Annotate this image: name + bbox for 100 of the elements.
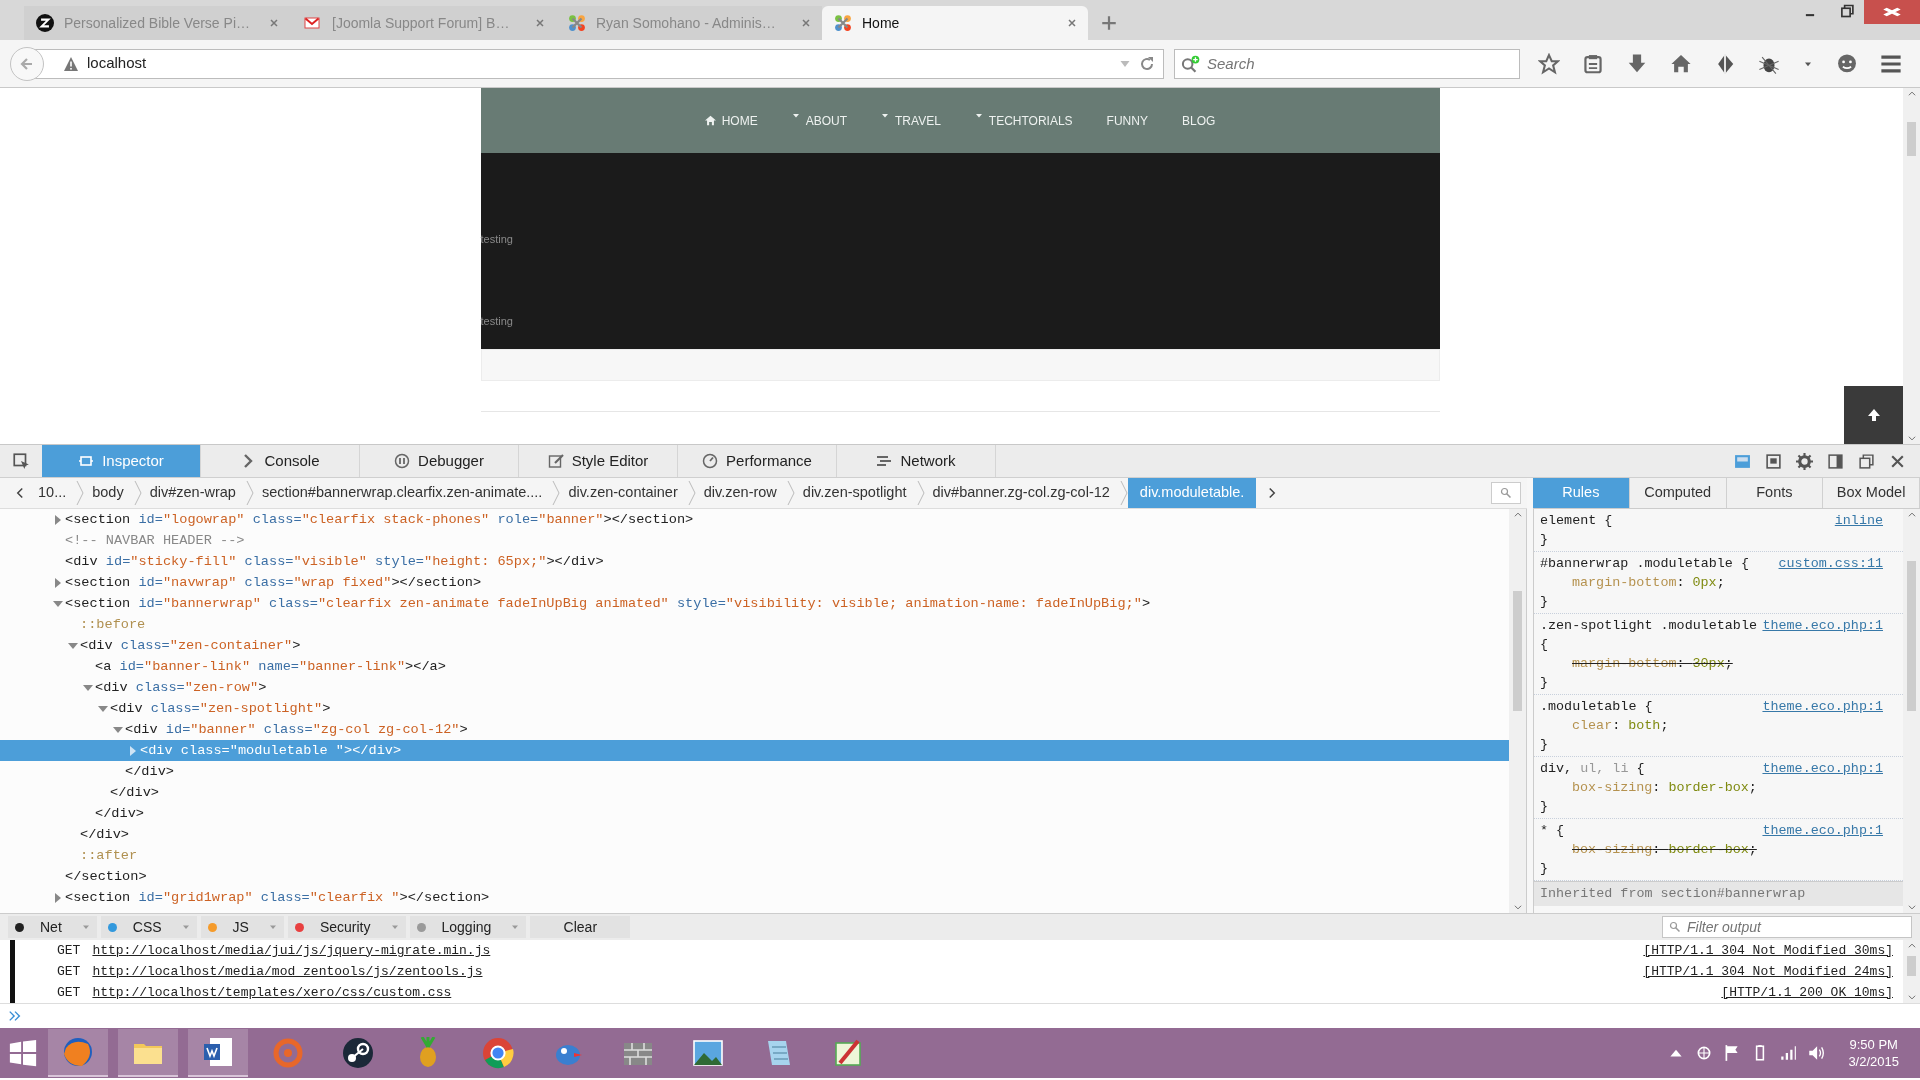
devtools-tab[interactable]: Debugger (360, 445, 519, 477)
devtools-tab[interactable]: Network (837, 445, 996, 477)
pen-icon[interactable] (832, 1037, 864, 1069)
scrollbar[interactable] (1903, 940, 1920, 1003)
browser-tab[interactable]: Home (822, 6, 1088, 40)
scroll-thumb[interactable] (1907, 122, 1916, 156)
expand-toggle[interactable] (97, 705, 108, 712)
nav-link[interactable]: FUNNY (1106, 111, 1148, 130)
source-link[interactable]: theme.eco.php:1 (1762, 616, 1883, 635)
source-link[interactable]: theme.eco.php:1 (1762, 821, 1883, 840)
filter-button[interactable]: Logging (409, 916, 527, 938)
search-icon (1181, 54, 1201, 73)
markup-node[interactable]: <section id="navwrap" class="wrap fixed"></section> (65, 572, 482, 593)
breadcrumb[interactable]: div.zen-row (695, 478, 785, 508)
response-status[interactable]: [HTTP/1.1 304 Not Modified 30ms] (1643, 940, 1893, 961)
request-url[interactable]: http://localhost/media/mod_zentools/js/zentools.js (92, 961, 483, 982)
expand-toggle[interactable] (82, 684, 93, 691)
pinwheel-icon (568, 14, 586, 32)
markup-node[interactable]: <div class="zen-spotlight"> (110, 698, 331, 719)
globe-icon[interactable] (62, 1036, 94, 1068)
filter-button[interactable]: JS (200, 916, 284, 938)
expand-toggle[interactable] (54, 577, 61, 588)
breadcrumb[interactable]: div.zen-spotlight (794, 478, 915, 508)
expand-toggle[interactable] (112, 726, 123, 733)
reload-icon[interactable] (1139, 55, 1155, 72)
signal-icon[interactable] (1779, 1044, 1798, 1062)
dock-side-icon[interactable] (1827, 452, 1844, 470)
scroll-thumb[interactable] (1513, 591, 1522, 711)
new-tab-icon[interactable] (1100, 14, 1118, 32)
settings-icon[interactable] (1796, 452, 1813, 470)
circle-logo-icon[interactable] (482, 1037, 514, 1069)
search-button[interactable] (1491, 482, 1521, 504)
volume-icon[interactable] (1807, 1044, 1826, 1062)
search-field[interactable]: Search (1174, 48, 1520, 79)
back-button[interactable] (10, 46, 44, 81)
markup-node[interactable]: <div class="zen-container"> (80, 635, 301, 656)
filter-button[interactable]: CSS (100, 916, 197, 938)
nav-link[interactable]: BLOG (1181, 111, 1216, 130)
source-link[interactable]: custom.css:11 (1778, 554, 1883, 573)
source-link[interactable]: theme.eco.php:1 (1762, 697, 1883, 716)
markup-node[interactable]: <div class="zen-row"> (95, 677, 267, 698)
devtools-tab[interactable]: Style Editor (519, 445, 678, 477)
scroll-thumb[interactable] (1907, 956, 1916, 976)
expand-toggle[interactable] (52, 600, 63, 607)
scrollbar[interactable] (1509, 509, 1526, 913)
request-url[interactable]: http://localhost/media/jui/js/jquery-migrate.min.js (92, 940, 491, 961)
source-link[interactable]: theme.eco.php:1 (1762, 759, 1883, 778)
filter-button[interactable]: Net (8, 916, 97, 938)
request-method: GET (57, 941, 81, 960)
close-icon[interactable] (1066, 17, 1078, 29)
breadcrumb[interactable]: 10... (30, 478, 75, 508)
nav-link[interactable]: HOME (704, 111, 758, 130)
filter-field[interactable]: Filter output (1662, 916, 1912, 938)
nav-link[interactable]: TECHTORIALS (974, 111, 1073, 130)
close-icon[interactable] (534, 17, 546, 29)
breadcrumb[interactable]: div#zen-wrap (141, 478, 244, 508)
breadcrumb[interactable]: div.zen-container (560, 478, 686, 508)
devtools-tab[interactable]: Performance (678, 445, 837, 477)
scrollbar[interactable] (1903, 88, 1920, 444)
bookmark-star-icon[interactable] (1538, 52, 1560, 75)
markup-node[interactable]: <div id="sticky-fill" class="visible" style="height: 65px;"></div> (65, 551, 604, 572)
breadcrumb[interactable]: body (84, 478, 132, 508)
response-status[interactable]: [HTTP/1.1 200 OK 10ms] (1721, 982, 1893, 1003)
panel-tab[interactable]: Fonts (1726, 478, 1824, 508)
markup-node[interactable]: <section id="logowrap" class="clearfix stack-phones" role="banner"></section> (65, 509, 694, 530)
clipboard-icon[interactable] (1582, 52, 1604, 75)
responsive-icon[interactable] (1765, 452, 1782, 470)
markup-node[interactable]: <div id="banner" class="zg-col zg-col-12"> (125, 719, 468, 740)
devtools-tab[interactable]: Console (201, 445, 360, 477)
markup-node[interactable]: <section id="bannerwrap" class="clearfix zen-animate fadeInUpBig animated" style="visibility: visible; animation-name: fadeInUpBig;"> (65, 593, 1151, 614)
download-icon[interactable] (1626, 52, 1648, 75)
nav-link[interactable]: TRAVEL (881, 111, 941, 130)
request-url[interactable]: http://localhost/templates/xero/css/custom.css (92, 982, 452, 1003)
clear-button[interactable]: Clear (530, 916, 631, 938)
expand-toggle[interactable] (54, 892, 61, 903)
split-console-icon[interactable] (1734, 452, 1751, 470)
windows-logo-icon[interactable] (8, 1038, 38, 1068)
breadcrumb[interactable]: div#banner.zg-col.zg-col-12 (924, 478, 1118, 508)
response-status[interactable]: [HTTP/1.1 304 Not Modified 24ms] (1643, 961, 1893, 982)
scrollbar[interactable] (1903, 509, 1920, 913)
picker-icon[interactable] (12, 452, 30, 470)
chat-icon[interactable] (1836, 52, 1858, 75)
expand-toggle[interactable] (67, 642, 78, 649)
filter-button[interactable]: Security (287, 916, 406, 938)
expand-toggle[interactable] (54, 514, 61, 525)
markup-node[interactable]: <a id="banner-link" name="banner-link"></a> (95, 656, 446, 677)
steam-icon[interactable] (342, 1037, 374, 1069)
close-icon[interactable] (800, 17, 812, 29)
document-icon[interactable] (202, 1036, 234, 1068)
markup-node[interactable]: <section id="grid1wrap" class="clearfix "></section> (65, 887, 490, 908)
breadcrumb[interactable]: section#bannerwrap.clearfix.zen-animate.... (253, 478, 551, 508)
popout-icon[interactable] (1858, 452, 1875, 470)
close-icon[interactable] (268, 17, 280, 29)
close-icon[interactable] (1864, 0, 1920, 24)
panel-tab[interactable]: Box Model (1823, 478, 1920, 508)
landscape-icon[interactable] (692, 1037, 724, 1069)
source-link[interactable]: inline (1834, 511, 1883, 530)
scroll-thumb[interactable] (1907, 561, 1916, 711)
panel-tab[interactable]: Computed (1629, 478, 1727, 508)
nav-link[interactable]: ABOUT (791, 111, 847, 130)
